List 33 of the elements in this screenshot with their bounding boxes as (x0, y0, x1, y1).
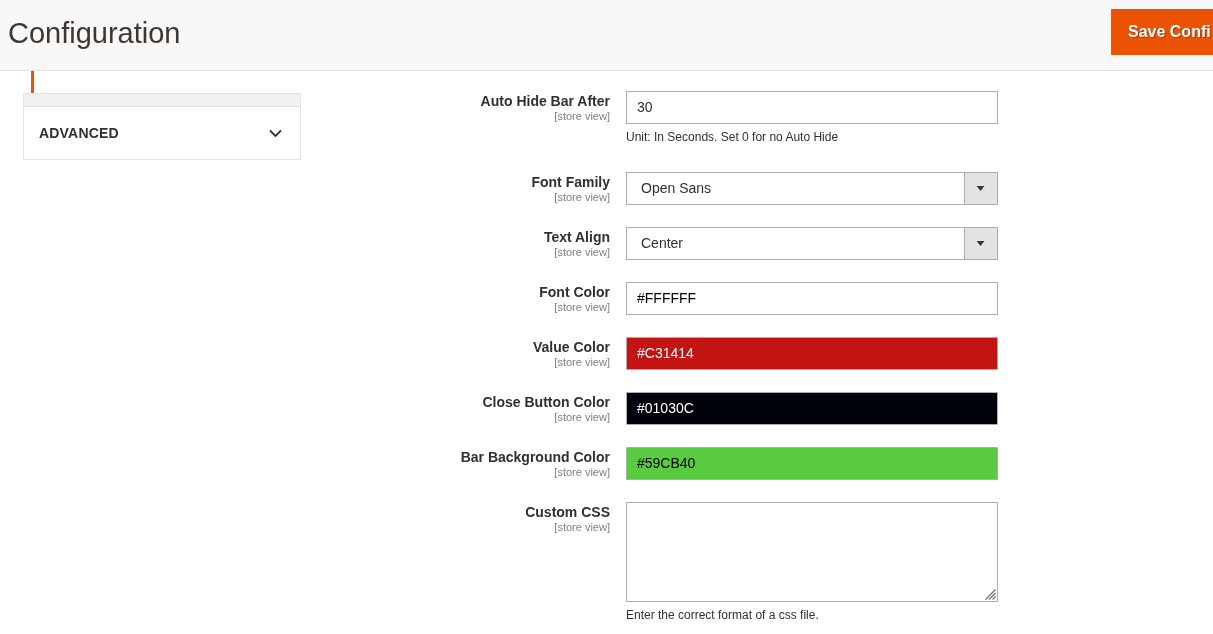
page-title: Configuration (8, 16, 181, 51)
field-label: Bar Background Color (459, 448, 610, 466)
field-label: Auto Hide Bar After (479, 92, 610, 110)
scope-label: [store view] (553, 411, 610, 424)
dropdown[interactable]: Center (626, 227, 998, 260)
field-note: Unit: In Seconds. Set 0 for no Auto Hide (626, 129, 840, 146)
scope-label: [store view] (553, 466, 610, 479)
scope-label: [store view] (553, 246, 610, 259)
color-field[interactable]: #59CB40 (626, 447, 998, 480)
dropdown[interactable]: Open Sans (626, 172, 998, 205)
textarea-field[interactable] (626, 502, 998, 602)
text-field[interactable]: 30 (626, 91, 998, 124)
caret-down-icon (964, 173, 997, 204)
caret-down-icon (964, 228, 997, 259)
field-label: Close Button Color (481, 393, 610, 411)
scope-label: [store view] (553, 356, 610, 369)
chevron-down-icon (269, 128, 282, 138)
field-label: Text Align (542, 228, 610, 246)
scope-label: [store view] (553, 301, 610, 314)
color-field[interactable]: #FFFFFF (626, 282, 998, 315)
scope-label: [store view] (553, 191, 610, 204)
color-field[interactable]: #C31414 (626, 337, 998, 370)
field-label: Font Color (538, 283, 610, 301)
field-label: Value Color (531, 338, 610, 356)
field-label: Font Family (530, 173, 610, 191)
save-button[interactable]: Save Confi (1111, 9, 1213, 55)
resize-grip-icon[interactable] (985, 589, 996, 600)
scope-label: [store view] (553, 110, 610, 123)
field-label: Custom CSS (524, 503, 610, 521)
field-note: Enter the correct format of a css file. (626, 607, 820, 624)
color-field[interactable]: #01030C (626, 392, 998, 425)
scope-label: [store view] (553, 521, 610, 534)
section-header[interactable]: ADVANCED (23, 106, 301, 160)
